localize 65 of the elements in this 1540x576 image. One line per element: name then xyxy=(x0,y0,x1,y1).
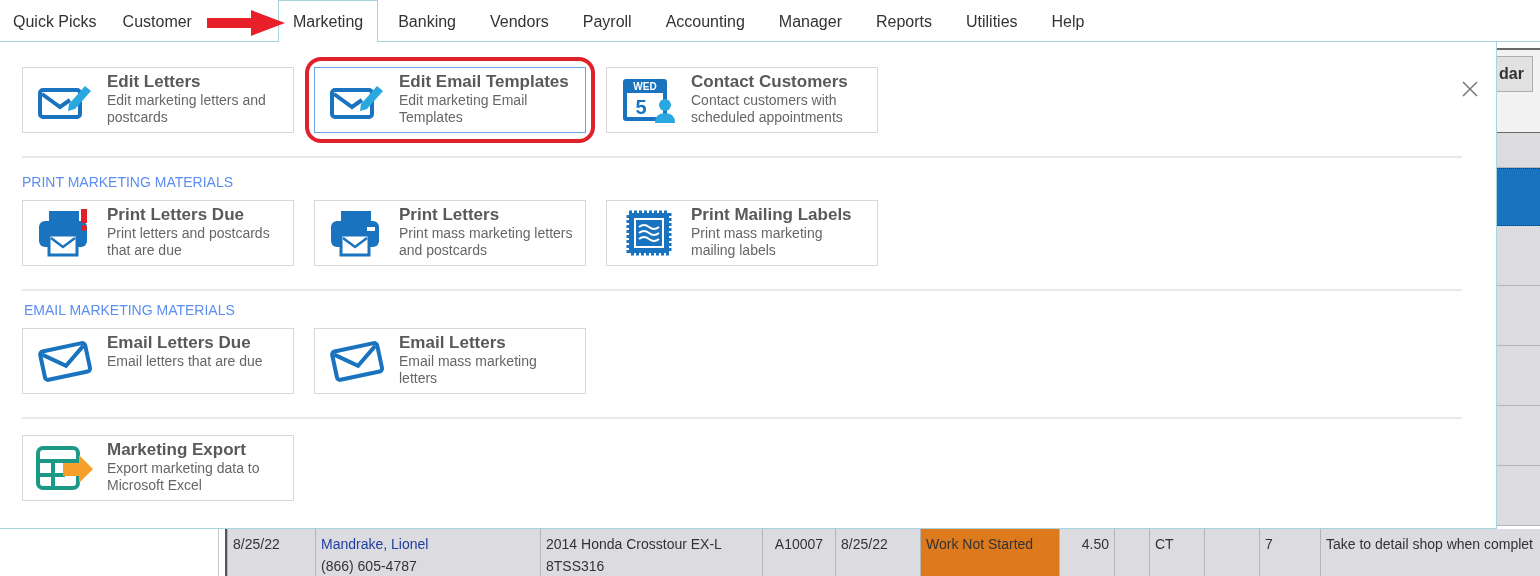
menu-tab[interactable]: Marketing xyxy=(277,0,379,42)
menu-tile[interactable]: Email Letters Due Email letters that are due xyxy=(22,328,294,394)
tile-description: Email mass marketing letters xyxy=(399,353,538,387)
menu-tab[interactable]: Banking xyxy=(381,1,473,42)
cell-text: Take to detail shop when complet xyxy=(1326,535,1534,554)
table-row[interactable] xyxy=(1497,286,1540,346)
table-row[interactable] xyxy=(1497,406,1540,466)
tile-title: Print Letters xyxy=(399,205,501,225)
menu-tile[interactable]: Edit Email Templates Edit marketing Email Templates xyxy=(314,67,586,133)
menu-tab[interactable]: Quick Picks xyxy=(0,1,110,42)
cell-text: 4.50 xyxy=(1081,535,1109,554)
menu-tile[interactable]: Print Letters Due Print letters and postcards that are due xyxy=(22,200,294,266)
menu-tile[interactable]: WED 5 Contact Customers Contact customers with scheduled appointments xyxy=(606,67,878,133)
menu-tab[interactable]: Utilities xyxy=(949,1,1035,42)
menu-tab[interactable]: Reports xyxy=(858,1,949,42)
menu-tile[interactable]: Email Letters Email mass marketing letters xyxy=(314,328,586,394)
menu-tab[interactable]: Help xyxy=(1034,1,1102,42)
menu-tab[interactable]: Vendors xyxy=(473,1,566,42)
menu-tab[interactable]: Manager xyxy=(761,1,859,42)
tile-title: Contact Customers xyxy=(691,72,849,92)
menu-tile[interactable]: Print Letters Print mass marketing letters and postcards xyxy=(314,200,586,266)
tile-title: Edit Letters xyxy=(107,72,202,92)
tile-description: Print letters and postcards that are due xyxy=(107,225,271,259)
stamp-icon xyxy=(625,209,673,257)
menu-tab[interactable]: Accounting xyxy=(648,1,762,42)
table-row[interactable] xyxy=(1497,466,1540,526)
tile-title: Marketing Export xyxy=(107,440,247,460)
table-row[interactable] xyxy=(1497,226,1540,286)
envelope-icon xyxy=(329,338,385,384)
tile-description: Export marketing data to Microsoft Excel xyxy=(107,460,261,494)
table-row[interactable] xyxy=(1497,168,1540,226)
menu-tile[interactable]: Print Mailing Labels Print mass marketing mailing labels xyxy=(606,200,878,266)
tile-description: Email letters that are due xyxy=(107,353,264,370)
table-row[interactable] xyxy=(1497,133,1540,168)
menu-tile[interactable]: Marketing Export Export marketing data to Microsoft Excel xyxy=(22,435,294,501)
section-heading: EMAIL MARKETING MATERIALS xyxy=(24,302,236,318)
cell-text: Work Not Started xyxy=(926,535,1035,554)
tile-title: Email Letters xyxy=(399,333,507,353)
close-button[interactable] xyxy=(1460,79,1480,99)
tile-description: Edit marketing Email Templates xyxy=(399,92,529,126)
cell-text: A10007 xyxy=(774,535,824,554)
cell-text: 8TSS316 xyxy=(546,557,606,576)
envelope-icon xyxy=(37,338,93,384)
tile-title: Edit Email Templates xyxy=(399,72,570,92)
tile-title: Email Letters Due xyxy=(107,333,252,353)
section-heading: PRINT MARKETING MATERIALS xyxy=(22,174,235,190)
menu-tab[interactable]: Customer xyxy=(109,1,205,42)
cell-text: 7 xyxy=(1265,535,1274,554)
tile-description: Print mass marketing mailing labels xyxy=(691,225,824,259)
cell-text: 8/25/22 xyxy=(841,535,889,554)
cell-text: (866) 605-4787 xyxy=(321,557,418,576)
customer-link[interactable]: Mandrake, Lionel xyxy=(321,530,535,558)
cell-text: 2014 Honda Crosstour EX-L xyxy=(546,535,723,554)
menu-tile[interactable]: Edit Letters Edit marketing letters and postcards xyxy=(22,67,294,133)
tile-description: Contact customers with scheduled appointments xyxy=(691,92,844,126)
tile-title: Print Letters Due xyxy=(107,205,245,225)
tile-description: Edit marketing letters and postcards xyxy=(107,92,267,126)
tile-description: Print mass marketing letters and postcards xyxy=(399,225,574,259)
table-row[interactable] xyxy=(1497,346,1540,406)
tile-title: Print Mailing Labels xyxy=(691,205,853,225)
menu-tab[interactable]: Payroll xyxy=(565,1,649,42)
cell-text: CT xyxy=(1155,535,1175,554)
spreadsheet-export-icon xyxy=(35,445,95,491)
calendar-button[interactable]: dar xyxy=(1497,56,1533,92)
cell-text: 8/25/22 xyxy=(233,535,281,554)
